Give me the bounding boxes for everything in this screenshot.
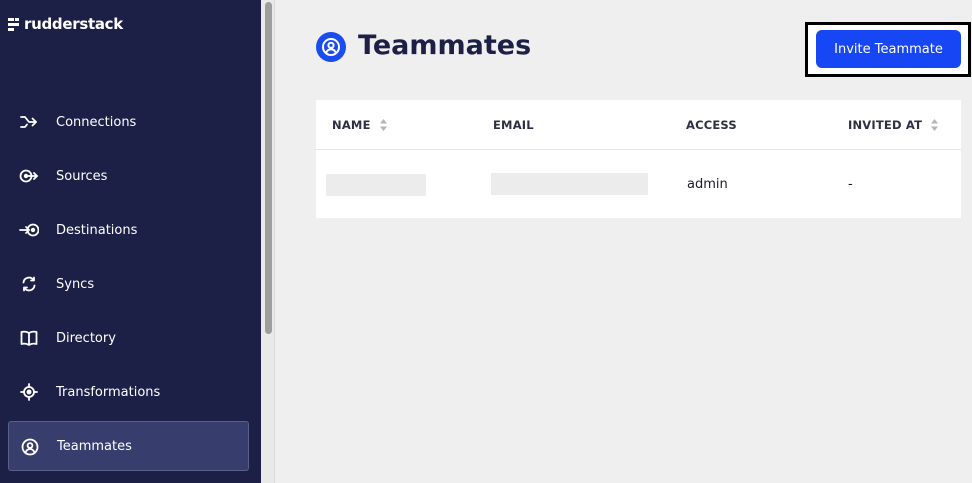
column-header-access: ACCESS: [686, 118, 737, 132]
invite-button-focus-frame: Invite Teammate: [805, 22, 971, 77]
email-cell-redacted: [491, 173, 648, 195]
syncs-icon: [19, 274, 39, 294]
sidebar-item-directory[interactable]: Directory: [8, 313, 249, 363]
sidebar-item-label: Directory: [56, 330, 116, 346]
sidebar-item-syncs[interactable]: Syncs: [8, 259, 249, 309]
column-header-label: NAME: [332, 118, 371, 132]
sidebar-item-transformations[interactable]: Transformations: [8, 367, 249, 417]
sidebar-item-label: Connections: [56, 114, 137, 130]
sidebar-item-teammates[interactable]: Teammates: [8, 421, 249, 471]
sort-icon[interactable]: [930, 118, 939, 132]
column-header-invited-at[interactable]: INVITED AT: [848, 118, 939, 132]
table-header: NAME EMAIL ACCESS INVITED AT: [316, 100, 961, 150]
invited-at-cell: -: [848, 177, 853, 192]
invite-teammate-button[interactable]: Invite Teammate: [816, 30, 961, 68]
sources-icon: [19, 166, 39, 186]
sidebar-item-label: Teammates: [57, 438, 132, 454]
sidebar-scrollbar[interactable]: [261, 0, 275, 483]
teammates-page-icon: [316, 32, 346, 62]
sidebar-item-connections[interactable]: Connections: [8, 97, 249, 147]
column-header-email: EMAIL: [493, 118, 534, 132]
teammates-table: NAME EMAIL ACCESS INVITED AT admin -: [316, 100, 961, 218]
column-header-name[interactable]: NAME: [332, 118, 388, 132]
column-header-label: INVITED AT: [848, 118, 923, 132]
destinations-icon: [19, 220, 39, 240]
brand-logo[interactable]: rudderstack: [8, 13, 123, 35]
sidebar-item-sources[interactable]: Sources: [8, 151, 249, 201]
column-header-label: ACCESS: [686, 118, 737, 132]
teammates-icon: [20, 437, 40, 457]
page-title: Teammates: [358, 30, 532, 61]
transformations-icon: [19, 382, 39, 402]
sidebar-item-label: Destinations: [56, 222, 138, 238]
directory-icon: [19, 328, 39, 348]
brand-name: rudderstack: [24, 15, 123, 33]
name-cell-redacted: [326, 174, 426, 196]
sidebar: rudderstack Connections Sources Destinat…: [0, 0, 261, 483]
sidebar-item-label: Syncs: [56, 276, 95, 292]
sort-icon[interactable]: [379, 118, 388, 132]
rudderstack-logo-icon: [8, 17, 19, 31]
access-cell: admin: [687, 177, 728, 192]
sidebar-item-label: Transformations: [56, 384, 161, 400]
sidebar-item-label: Sources: [56, 168, 108, 184]
column-header-label: EMAIL: [493, 118, 534, 132]
connections-icon: [19, 112, 39, 132]
scrollbar-thumb[interactable]: [265, 2, 272, 334]
sidebar-item-destinations[interactable]: Destinations: [8, 205, 249, 255]
